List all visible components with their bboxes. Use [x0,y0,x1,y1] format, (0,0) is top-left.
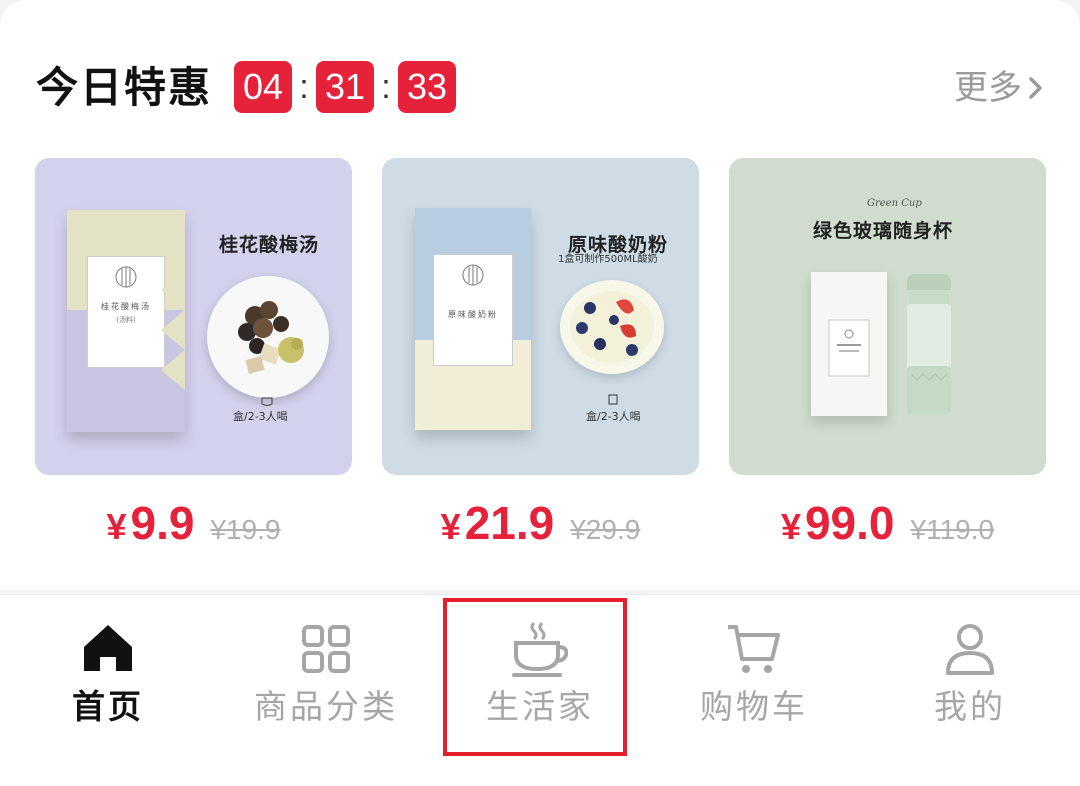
serving-text: 盒/2-3人喝 [586,410,641,423]
currency-symbol: ¥ [440,506,461,547]
user-icon [946,624,994,675]
chevron-right-icon [1029,77,1042,99]
top-edge [0,0,1080,30]
tab-label: 商品分类 [254,687,398,726]
cup-icon [608,394,618,405]
countdown-minutes: 31 [316,61,374,113]
glass-bottle [907,274,951,414]
product-image-title: 桂花酸梅汤 [219,234,320,256]
serving-text: 盒/2-3人喝 [233,410,288,423]
countdown-hours: 04 [234,61,292,113]
price-value: 99.0 [804,497,895,549]
original-price: ¥19.9 [210,514,281,545]
highlight-box [443,598,627,756]
deal-title: 今日特惠 [36,63,213,112]
tab-home[interactable]: 首页 [0,595,216,786]
box-label: 原味酸奶粉 [433,254,513,366]
currency-symbol: ¥ [106,506,127,547]
tab-profile[interactable]: 我的 [862,595,1078,786]
countdown-seconds: 33 [398,61,456,113]
original-price: ¥119.0 [910,514,995,545]
yogurt-berries [570,291,654,363]
product-card-sour-plum-soup[interactable]: 桂花酸梅汤 (汤料) 桂花酸梅汤 盒/2-3人喝 ¥9.9 ¥19.9 [35,158,352,549]
tab-label: 购物车 [700,687,808,726]
current-price: ¥9.9 [106,496,194,550]
triangle-pattern [161,270,185,390]
box-label-text: 原味酸奶粉 [448,310,498,319]
countdown-timer: 04 : 31 : 33 [234,61,456,113]
more-link[interactable]: 更多 [954,66,1046,110]
product-box: 桂花酸梅汤 (汤料) [67,210,185,432]
current-price: ¥99.0 [781,496,895,550]
plum-ingredients [238,301,304,374]
price-value: 9.9 [130,497,195,549]
price-row: ¥99.0 ¥119.0 [729,496,1046,550]
tab-label: 我的 [934,687,1006,726]
script-label: Green Cup [867,198,922,209]
cart-icon [728,625,780,673]
current-price: ¥21.9 [441,496,555,550]
product-image[interactable]: 桂花酸梅汤 (汤料) 桂花酸梅汤 盒/2-3人喝 [35,158,352,475]
countdown-separator: : [381,68,391,106]
product-card-green-cup[interactable]: Green Cup 绿色玻璃随身杯 ¥99.0 ¥119.0 [729,158,1046,549]
brand-logo-icon [462,264,484,286]
deal-header: 今日特惠 04 : 31 : 33 更多 [36,58,1046,118]
price-value: 21.9 [464,497,555,549]
currency-symbol: ¥ [780,506,801,547]
product-image[interactable]: 原味酸奶粉 原味酸奶粉 1盒可制作500ML酸奶 盒/2-3人喝 [382,158,699,475]
tab-categories[interactable]: 商品分类 [218,595,434,786]
price-row: ¥21.9 ¥29.9 [382,496,699,550]
tab-label: 首页 [72,687,144,726]
price-row: ¥9.9 ¥19.9 [35,496,352,550]
product-image[interactable]: Green Cup 绿色玻璃随身杯 [729,158,1046,475]
home-icon [84,625,132,671]
bowl-graphic [560,280,664,374]
countdown-separator: : [299,68,309,106]
cup-icon [261,397,273,407]
original-price: ¥29.9 [570,514,641,545]
product-image-subtitle: 1盒可制作500ML酸奶 [558,254,658,265]
tab-cart[interactable]: 购物车 [646,595,862,786]
more-label: 更多 [954,68,1022,108]
product-box: 原味酸奶粉 [415,208,531,430]
product-card-yogurt-powder[interactable]: 原味酸奶粉 原味酸奶粉 1盒可制作500ML酸奶 盒/2-3人喝 ¥21.9 ¥… [382,158,699,549]
grid-icon [302,625,350,673]
product-image-title: 绿色玻璃随身杯 [813,220,954,242]
cup-box [811,272,887,416]
plate-graphic [207,276,329,398]
cup-box-art [828,319,870,377]
